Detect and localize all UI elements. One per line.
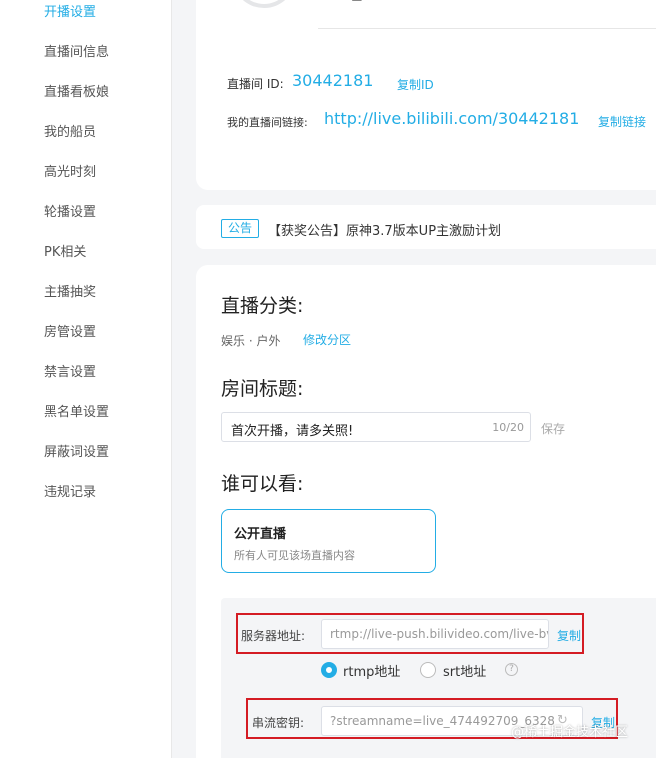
stream-key-label: 串流密钥: (252, 716, 305, 730)
visibility-option-title: 公开直播 (234, 527, 287, 542)
room-title-heading: 房间标题: (221, 378, 304, 400)
sidebar-item-mascot[interactable]: 直播看板娘 (44, 84, 109, 102)
sidebar-item-room-info[interactable]: 直播间信息 (44, 44, 109, 62)
visibility-option-desc: 所有人可见该场直播内容 (234, 549, 355, 562)
edit-category-button[interactable]: 修改分区 (303, 331, 351, 348)
sidebar-item-violations[interactable]: 违规记录 (44, 484, 96, 502)
sidebar-item-carousel[interactable]: 轮播设置 (44, 204, 96, 222)
radio-srt[interactable] (420, 662, 436, 678)
username: bili_474492709 (318, 0, 478, 4)
sidebar-item-mute[interactable]: 禁言设置 (44, 364, 96, 382)
help-icon[interactable]: ? (505, 663, 518, 676)
visibility-option-public[interactable]: 公开直播 所有人可见该场直播内容 (221, 509, 436, 573)
room-link-value[interactable]: http://live.bilibili.com/30442181 (324, 109, 579, 128)
server-address-value: rtmp://live-push.bilivideo.com/live-bvc/ (330, 627, 549, 641)
sidebar-item-live-settings[interactable]: 开播设置 (44, 4, 96, 22)
radio-rtmp-label: rtmp地址 (343, 665, 401, 680)
room-id-label: 直播间 ID: (227, 77, 284, 91)
sidebar: 开播设置 直播间信息 直播看板娘 我的船员 高光时刻 轮播设置 PK相关 主播抽… (0, 0, 172, 758)
server-address-field[interactable]: rtmp://live-push.bilivideo.com/live-bvc/ (321, 619, 549, 649)
char-counter: 10/20 (492, 421, 524, 434)
sidebar-item-crew[interactable]: 我的船员 (44, 124, 96, 142)
notice-text[interactable]: 【获奖公告】原神3.7版本UP主激励计划 (268, 220, 501, 239)
watermark: @稀土掘金技术社区 (511, 725, 629, 740)
room-link-label: 我的直播间链接: (227, 116, 308, 129)
visibility-title: 谁可以看: (221, 473, 304, 495)
category-value: 娱乐 · 户外 (221, 334, 281, 348)
notice-badge: 公告 (221, 219, 259, 238)
save-title-button[interactable]: 保存 (541, 420, 565, 437)
room-title-value: 首次开播，请多关照! (231, 424, 354, 439)
sidebar-item-blacklist[interactable]: 黑名单设置 (44, 404, 109, 422)
copy-server-button[interactable]: 复制 (557, 627, 581, 644)
category-title: 直播分类: (221, 295, 304, 317)
divider (318, 28, 656, 29)
sidebar-item-highlights[interactable]: 高光时刻 (44, 164, 96, 182)
sidebar-item-moderators[interactable]: 房管设置 (44, 324, 96, 342)
sidebar-item-pk[interactable]: PK相关 (44, 244, 86, 262)
copy-link-button[interactable]: 复制链接 (598, 113, 646, 130)
sidebar-item-lottery[interactable]: 主播抽奖 (44, 284, 96, 302)
server-label: 服务器地址: (241, 629, 306, 643)
room-id-value: 30442181 (292, 71, 374, 90)
radio-rtmp[interactable] (321, 662, 337, 678)
sidebar-item-blocked-words[interactable]: 屏蔽词设置 (44, 444, 109, 462)
radio-srt-label: srt地址 (443, 665, 487, 680)
copy-id-button[interactable]: 复制ID (397, 76, 434, 93)
room-title-input[interactable]: 首次开播，请多关照! 10/20 (221, 412, 531, 442)
